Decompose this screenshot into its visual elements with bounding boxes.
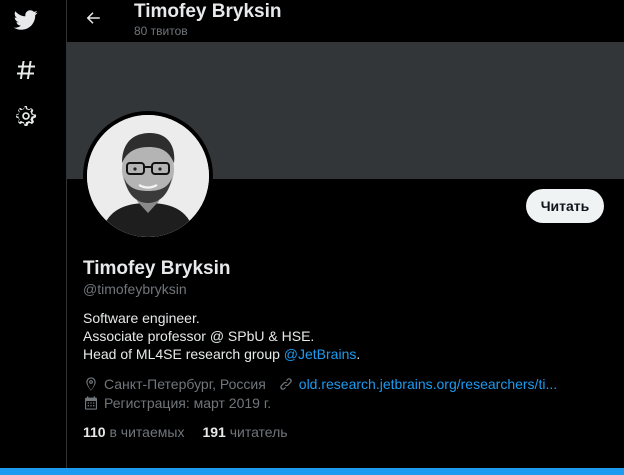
profile-bio: Software engineer. Associate professor @… [83,309,360,363]
avatar-portrait-icon [87,115,209,237]
bio-line: Associate professor @ SPbU & HSE. [83,328,315,344]
following-count: 110 [83,424,106,440]
location-text: Санкт-Петербург, Россия [104,376,266,392]
following-stat[interactable]: 110 в читаемых [83,424,184,440]
followers-count: 191 [202,424,226,440]
bio-line: Software engineer. [83,310,200,326]
follow-stats: 110 в читаемых 191 читатель [83,424,288,440]
profile-handle: @timofeybryksin [83,281,187,297]
back-arrow-icon[interactable] [81,6,105,30]
follow-button[interactable]: Читать [526,189,604,223]
header-title: Timofey Bryksin [134,1,282,22]
gear-icon[interactable] [14,104,38,128]
profile-name: Timofey Bryksin [83,258,231,279]
calendar-icon [83,395,99,411]
bio-line: Head of ML4SE research group @JetBrains. [83,345,360,363]
bottom-accent-bar [0,468,624,475]
jetbrains-mention-link[interactable]: @JetBrains [284,346,357,362]
avatar[interactable] [83,111,213,241]
twitter-bird-icon[interactable] [14,8,38,32]
followers-stat[interactable]: 191 читатель [202,424,287,440]
profile-meta-row: Санкт-Петербург, Россия old.research.jet… [83,376,557,392]
website-link[interactable]: old.research.jetbrains.org/researchers/t… [299,376,557,392]
bio-line-text: Head of ML4SE research group [83,346,284,362]
tweet-count: 80 твитов [134,24,188,38]
bio-line-suffix: . [356,346,361,362]
joined-text: Регистрация: март 2019 г. [104,395,272,411]
location-pin-icon [83,376,99,392]
avatar-photo [87,115,209,237]
link-icon [278,376,294,392]
profile-header: Timofey Bryksin 80 твитов [67,0,624,42]
hashtag-icon[interactable] [14,58,38,82]
following-label: в читаемых [109,424,185,440]
profile-joined-row: Регистрация: март 2019 г. [83,395,271,411]
left-nav-rail [0,0,52,475]
followers-label: читатель [229,424,288,440]
